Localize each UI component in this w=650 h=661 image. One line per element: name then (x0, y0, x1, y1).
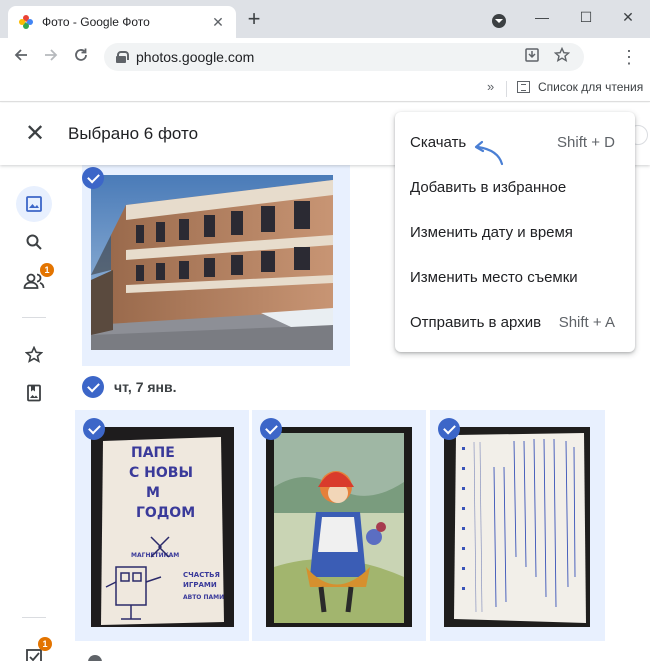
reading-list-button[interactable]: Список для чтения (517, 80, 643, 94)
sidebar-divider (22, 317, 46, 318)
menu-item-shortcut: Shift + D (557, 134, 615, 151)
photo-kids-card[interactable]: ПАПЕ С НОВЫ М ГОДОМ МАГНЕТИКАМ СЧАСТЬЯ И… (91, 427, 234, 627)
utilities-badge: 1 (38, 637, 52, 651)
date-select-check-icon[interactable] (82, 376, 104, 398)
lock-icon[interactable] (116, 51, 129, 63)
bookmark-star-icon[interactable] (553, 46, 571, 67)
photo-postcard[interactable] (444, 427, 590, 627)
reading-list-label: Список для чтения (538, 80, 644, 94)
tab-search-icon[interactable] (492, 14, 506, 28)
bookmarks-bar: » Список для чтения (0, 76, 650, 102)
bookmarks-overflow-icon[interactable]: » (487, 79, 494, 94)
browser-titlebar: Фото - Google Фото ✕ + — ☐ ✕ (0, 0, 650, 38)
sidebar-item-sharing[interactable]: 1 (16, 263, 54, 299)
fairytale-card-image (266, 427, 412, 627)
menu-item-label: Отправить в архив (410, 314, 542, 331)
card-text-line: СЧАСТЬЯ (183, 571, 220, 579)
menu-item-label: Добавить в избранное (410, 179, 567, 196)
search-icon (26, 234, 42, 250)
menu-item-download[interactable]: Скачать Shift + D (395, 120, 635, 165)
star-icon (25, 346, 43, 363)
new-tab-button[interactable]: + (244, 8, 264, 30)
photo-selected-check-icon[interactable] (438, 418, 460, 440)
google-photos-favicon (19, 15, 33, 29)
kids-card-image: ПАПЕ С НОВЫ М ГОДОМ МАГНЕТИКАМ СЧАСТЬЯ И… (91, 427, 234, 627)
card-text-line: ПАПЕ (131, 445, 175, 461)
sidebar-item-favorites[interactable] (16, 337, 52, 373)
building-image (91, 175, 333, 350)
postcard-image (444, 427, 590, 627)
browser-toolbar: photos.google.com ⋮ (0, 38, 650, 76)
sidebar-item-photos[interactable] (16, 186, 52, 222)
photo-selected-check-icon[interactable] (260, 418, 282, 440)
card-text-line: АВТО ПАМИ (183, 594, 224, 601)
reading-list-icon (517, 81, 530, 93)
sharing-badge: 1 (40, 263, 54, 277)
next-section-check-icon[interactable] (88, 655, 102, 661)
menu-item-shortcut: Shift + A (558, 314, 615, 331)
minimize-button[interactable]: — (531, 6, 553, 28)
photo-selected-check-icon[interactable] (83, 418, 105, 440)
tab-title: Фото - Google Фото (42, 15, 150, 29)
clear-selection-icon[interactable]: ✕ (22, 121, 48, 147)
url-text: photos.google.com (136, 49, 255, 65)
menu-item-label: Изменить дату и время (410, 224, 573, 241)
menu-item-edit-location[interactable]: Изменить место съемки (395, 255, 635, 300)
menu-item-label: Скачать (410, 134, 467, 151)
photos-icon (26, 196, 42, 212)
photo-building[interactable] (91, 175, 333, 350)
sidebar-item-search[interactable] (16, 224, 52, 260)
annotation-arrow-icon (474, 140, 504, 166)
card-text-line: М (146, 485, 160, 501)
tab-close-icon[interactable]: ✕ (210, 14, 226, 31)
bookmarks-divider (506, 81, 507, 97)
maximize-button[interactable]: ☐ (575, 6, 597, 28)
card-text-line: ИГРАМИ (183, 581, 217, 589)
window-close-button[interactable]: ✕ (617, 6, 639, 28)
photo-fairytale-card[interactable] (266, 427, 412, 627)
card-text-line: ГОДОМ (136, 505, 195, 521)
menu-item-label: Изменить место съемки (410, 269, 578, 286)
address-bar[interactable]: photos.google.com (104, 43, 584, 71)
menu-item-archive[interactable]: Отправить в архив Shift + A (395, 300, 635, 345)
browser-tab[interactable]: Фото - Google Фото ✕ (8, 6, 236, 38)
album-icon (27, 384, 41, 402)
menu-item-add-favorites[interactable]: Добавить в избранное (395, 165, 635, 210)
sidebar-item-utilities[interactable]: 1 (16, 637, 52, 661)
browser-menu-icon[interactable]: ⋮ (620, 46, 638, 68)
selection-count-title: Выбрано 6 фото (68, 124, 199, 143)
forward-icon[interactable] (40, 46, 62, 68)
sidebar-divider-bottom (22, 617, 46, 618)
reload-icon[interactable] (70, 46, 92, 68)
install-app-icon[interactable] (524, 47, 540, 67)
date-label: чт, 7 янв. (114, 379, 177, 395)
sidebar: 1 1 (0, 165, 68, 661)
card-text-line: С НОВЫ (129, 465, 193, 481)
photo-selected-check-icon[interactable] (82, 167, 104, 189)
more-options-menu: Скачать Shift + D Добавить в избранное И… (395, 112, 635, 352)
menu-item-edit-date-time[interactable]: Изменить дату и время (395, 210, 635, 255)
back-icon[interactable] (10, 46, 32, 68)
sidebar-item-albums[interactable] (16, 375, 52, 411)
